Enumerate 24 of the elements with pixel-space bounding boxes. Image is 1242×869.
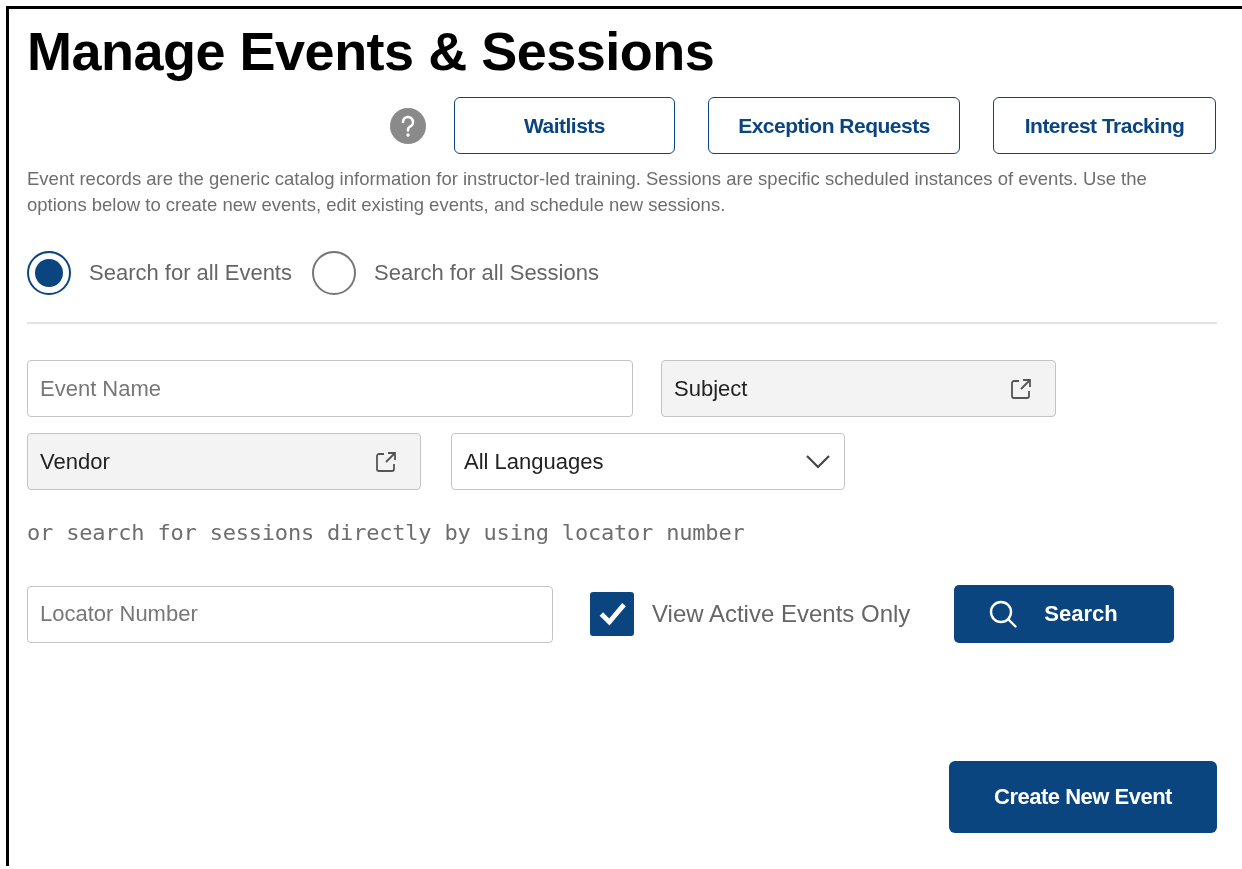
chevron-down-icon [806,454,830,469]
language-dropdown[interactable]: All Languages [451,433,845,490]
header-button[interactable]: Interest Tracking [993,97,1216,154]
lookup-field[interactable]: Vendor [27,433,421,490]
external-link-icon [1009,376,1033,401]
radio-label[interactable]: Search for all Sessions [374,260,599,286]
radio-button[interactable] [27,251,71,295]
search-icon [988,599,1019,629]
header-button[interactable]: Exception Requests [708,97,960,154]
search-button[interactable]: Search [954,585,1175,643]
input-field[interactable]: Event Name [27,360,633,417]
checkbox[interactable] [590,592,634,636]
radio-button[interactable] [312,251,356,295]
help-icon [390,107,426,144]
locator-hint-text: or search for sessions directly by using locator number [27,520,745,545]
radio-label[interactable]: Search for all Events [89,260,292,286]
locator-field[interactable]: Locator Number [27,585,553,643]
page-title: Manage Events & Sessions [27,21,715,81]
header-button[interactable]: Waitlists [454,97,675,154]
lookup-field[interactable]: Subject [661,360,1056,417]
description-text: Event records are the generic catalog information for instructor-led training. Sessions are specific scheduled instances of events. Use the options below to create new events, edit existing events, and schedule new sessions. [27,167,1148,217]
checkbox-label[interactable]: View Active Events Only [652,600,911,628]
external-link-icon [374,449,398,474]
create-event-button[interactable]: Create New Event [949,761,1217,833]
